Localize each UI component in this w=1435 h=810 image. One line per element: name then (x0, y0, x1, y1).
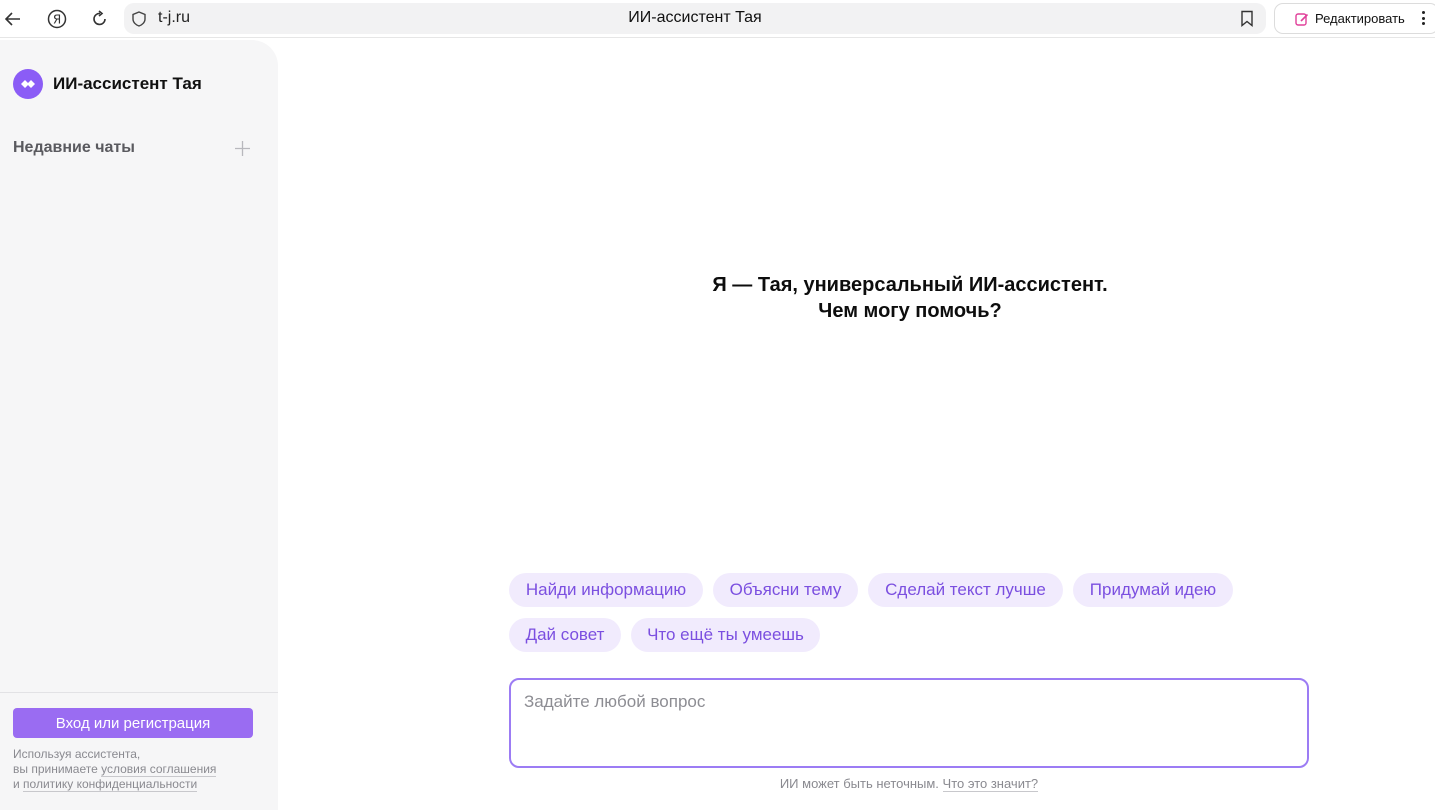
edit-button[interactable]: Редактировать (1274, 3, 1435, 34)
edit-pencil-icon (1295, 13, 1309, 26)
suggestion-chip[interactable]: Найди информацию (509, 573, 703, 607)
more-menu-icon[interactable] (1418, 8, 1428, 28)
legal-notice: Используя ассистента, вы принимаете усло… (13, 747, 263, 792)
suggestion-chip[interactable]: Придумай идею (1073, 573, 1233, 607)
suggestion-chip[interactable]: Дай совет (509, 618, 621, 652)
legal-line-3-prefix: и (13, 777, 24, 791)
address-bar[interactable]: t-j.ru ИИ-ассистент Тая (124, 3, 1266, 34)
privacy-policy-link[interactable]: политику конфиденциальности (23, 777, 198, 792)
greeting-line-2: Чем могу помочь? (818, 300, 1002, 322)
ai-disclaimer: ИИ может быть неточным. Что это значит? (509, 776, 1309, 792)
greeting: Я — Тая, универсальный ИИ-ассистент. Чем… (560, 272, 1260, 324)
brand-name: ИИ-ассистент Тая (53, 74, 202, 93)
bookmark-icon[interactable] (1240, 10, 1254, 27)
browser-toolbar: Я t-j.ru ИИ-ассистент Тая Редактировать (0, 0, 1435, 38)
back-arrow-icon[interactable] (0, 6, 26, 32)
suggestion-chip[interactable]: Объясни тему (713, 573, 858, 607)
svg-text:Я: Я (53, 13, 61, 27)
suggestion-chip[interactable]: Сделай текст лучше (868, 573, 1063, 607)
what-does-it-mean-link[interactable]: Что это значит? (942, 776, 1039, 792)
greeting-line-1: Я — Тая, универсальный ИИ-ассистент. (712, 274, 1108, 296)
legal-line-1: Используя ассистента, (13, 747, 141, 761)
terms-link[interactable]: условия соглашения (101, 762, 217, 777)
new-chat-plus-icon[interactable] (234, 140, 251, 157)
login-register-button[interactable]: Вход или регистрация (13, 708, 253, 738)
sidebar-divider (0, 692, 278, 693)
page-title: ИИ-ассистент Тая (628, 9, 762, 26)
edit-button-label: Редактировать (1315, 11, 1405, 26)
reload-icon[interactable] (87, 6, 113, 32)
disclaimer-text: ИИ может быть неточным. (779, 776, 943, 791)
question-input[interactable] (524, 692, 1294, 756)
yandex-logo-icon[interactable]: Я (44, 6, 70, 32)
suggestion-chip[interactable]: Что ещё ты умеешь (631, 618, 820, 652)
message-composer (509, 678, 1309, 768)
brand[interactable]: ИИ-ассистент Тая (13, 69, 202, 99)
sidebar: ИИ-ассистент Тая Недавние чаты Вход или … (0, 40, 278, 810)
taya-logo-icon (13, 69, 43, 99)
recent-chats-heading: Недавние чаты (13, 139, 135, 156)
legal-line-2-prefix: вы принимаете (13, 762, 102, 776)
